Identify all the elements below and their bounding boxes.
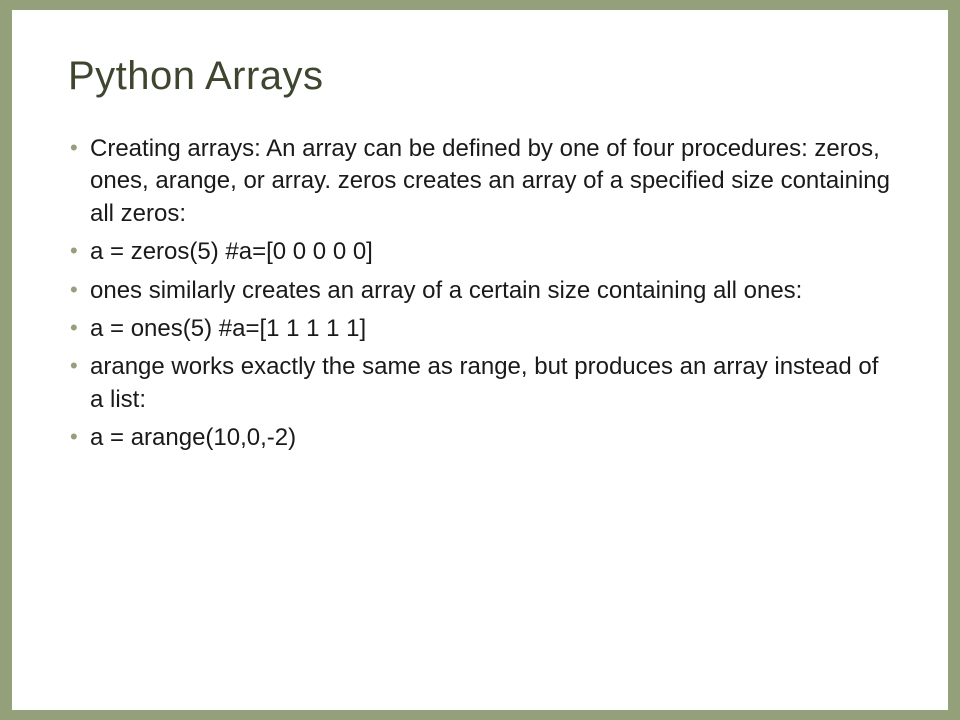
list-item: a = zeros(5) #a=[0 0 0 0 0] — [68, 236, 892, 268]
list-item: Creating arrays: An array can be defined… — [68, 133, 892, 230]
list-item: ones similarly creates an array of a cer… — [68, 275, 892, 307]
list-item: a = ones(5) #a=[1 1 1 1 1] — [68, 313, 892, 345]
list-item: a = arange(10,0,-2) — [68, 422, 892, 454]
slide: Python Arrays Creating arrays: An array … — [12, 10, 948, 710]
slide-title: Python Arrays — [68, 54, 892, 99]
list-item: arange works exactly the same as range, … — [68, 351, 892, 416]
bullet-list: Creating arrays: An array can be defined… — [68, 133, 892, 455]
